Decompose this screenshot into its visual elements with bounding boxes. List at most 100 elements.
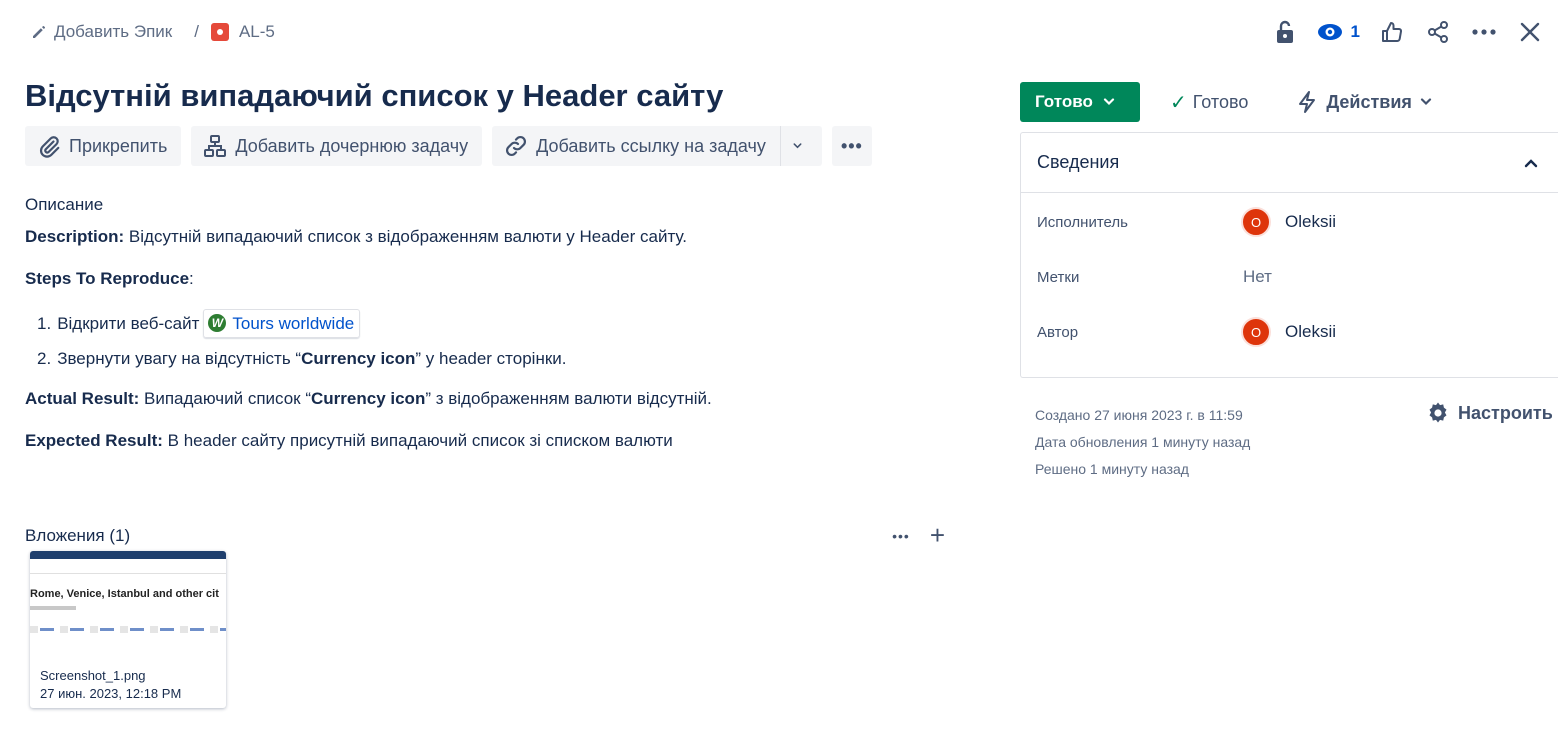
attachments-title: Вложения (1)	[25, 525, 131, 545]
expected-result: Expected Result: В header сайту присутні…	[25, 428, 965, 454]
resolution-label: Готово	[1192, 91, 1249, 112]
link-issue-group: Добавить ссылку на задачу	[492, 126, 822, 166]
attachment-card[interactable]: Rome, Venice, Istanbul and other cit Scr…	[30, 551, 226, 708]
updated-date: Дата обновления 1 минуту назад	[1035, 434, 1251, 450]
lock-icon[interactable]	[1271, 18, 1299, 46]
list-item: 2. Звернути увагу на відсутність “Curren…	[37, 346, 965, 372]
link-issue-label: Добавить ссылку на задачу	[536, 135, 766, 156]
reporter-value[interactable]: O Oleksii	[1241, 317, 1336, 347]
bug-icon	[210, 23, 229, 41]
labels-row: Метки Нет	[1037, 267, 1272, 287]
description-paragraph: Description: Відсутній випадаючий список…	[25, 224, 965, 250]
paperclip-icon	[40, 136, 60, 158]
configure-button[interactable]: Настроить	[1426, 401, 1553, 425]
add-child-issue-button[interactable]: Добавить дочернюю задачу	[191, 126, 483, 166]
list-item: 1. Відкрити веб-сайт W Tours worldwide	[37, 308, 965, 338]
attachments-more-button[interactable]: •••	[892, 528, 910, 544]
issue-toolbar: 1	[1253, 18, 1544, 46]
link-icon	[506, 135, 527, 157]
assignee-value[interactable]: O Oleksii	[1241, 207, 1336, 237]
thumb-text: Rome, Venice, Istanbul and other cit	[30, 588, 219, 600]
expected-text: В header сайту присутній випадаючий спис…	[162, 431, 673, 450]
link-issue-button[interactable]: Добавить ссылку на задачу	[492, 126, 780, 166]
site-favicon-icon: W	[208, 314, 227, 333]
chevron-down-icon	[1420, 98, 1432, 106]
steps-list: 1. Відкрити веб-сайт W Tours worldwide 2…	[37, 308, 965, 372]
watch-button[interactable]: 1	[1317, 22, 1360, 42]
step-number: 1.	[37, 313, 52, 333]
steps-colon: :	[189, 269, 194, 288]
reporter-name: Oleksii	[1285, 322, 1337, 341]
actions-menu-label: Действия	[1326, 91, 1412, 112]
created-date: Создано 27 июня 2023 г. в 11:59	[1035, 407, 1243, 423]
resolved-date: Решено 1 минуту назад	[1035, 461, 1189, 477]
check-icon: ✓	[1170, 91, 1187, 114]
breadcrumb-separator: /	[194, 22, 199, 41]
issue-title[interactable]: Відсутній випадаючий список у Header сай…	[25, 78, 723, 114]
thumb-chips	[30, 626, 226, 633]
step-number: 2.	[37, 349, 52, 368]
details-header[interactable]: Сведения	[1021, 133, 1558, 193]
attach-label: Прикрепить	[69, 135, 168, 156]
hierarchy-icon	[204, 135, 227, 157]
steps-heading: Steps To Reproduce:	[25, 266, 965, 292]
configure-label: Настроить	[1458, 402, 1553, 423]
attachments-tools: ••• +	[872, 520, 945, 551]
dates-block: Создано 27 июня 2023 г. в 11:59 Дата обн…	[1035, 402, 1250, 483]
actual-text-post: ” з відображенням валюти відсутній.	[425, 388, 712, 408]
actions-menu-button[interactable]: Действия	[1296, 90, 1440, 114]
status-button[interactable]: Готово	[1020, 82, 1140, 122]
eye-icon	[1317, 24, 1342, 40]
actual-result: Actual Result: Випадаючий список “Curren…	[25, 386, 965, 412]
avatar: O	[1241, 207, 1271, 237]
description-heading: Описание	[25, 195, 104, 214]
share-icon[interactable]	[1424, 18, 1452, 46]
chevron-up-icon[interactable]	[1524, 158, 1538, 168]
thumbs-up-icon[interactable]	[1378, 18, 1406, 46]
step-text-pre: Звернути увагу на відсутність “	[57, 349, 302, 368]
reporter-label: Автор	[1037, 323, 1079, 341]
close-icon[interactable]	[1516, 18, 1544, 46]
description-label: Description:	[25, 226, 125, 246]
thumb-divider	[30, 573, 226, 574]
avatar: O	[1241, 317, 1271, 347]
issue-key-link[interactable]: AL-5	[239, 22, 275, 42]
actual-label: Actual Result:	[25, 388, 140, 408]
chevron-down-icon	[793, 143, 802, 149]
labels-label: Метки	[1037, 268, 1080, 286]
assignee-label: Исполнитель	[1037, 213, 1128, 231]
step-text-bold: Currency icon	[301, 349, 416, 368]
assignee-row: Исполнитель O Oleksii	[1037, 207, 1336, 237]
attachments-header: Вложения (1) ••• +	[25, 520, 945, 551]
watch-count: 1	[1350, 22, 1360, 41]
attachment-date: 27 июн. 2023, 12:18 PM	[40, 685, 182, 701]
more-icon[interactable]	[1470, 18, 1498, 46]
chevron-down-icon	[1103, 98, 1114, 106]
description-section[interactable]: Описание Description: Відсутній випадаюч…	[25, 192, 965, 471]
tours-worldwide-link[interactable]: W Tours worldwide	[203, 308, 361, 338]
step-text: Звернути увагу на відсутність “Currency …	[57, 346, 566, 372]
attach-button[interactable]: Прикрепить	[25, 126, 182, 166]
description-text: Відсутній випадаючий список з відображен…	[124, 226, 687, 246]
actual-text-pre: Випадаючий список “	[139, 388, 312, 408]
reporter-row: Автор O Oleksii	[1037, 317, 1336, 347]
actual-text-bold: Currency icon	[311, 388, 426, 408]
breadcrumb: Добавить Эпик / AL-5	[30, 22, 275, 42]
status-label: Готово	[1035, 92, 1093, 111]
add-child-label: Добавить дочернюю задачу	[235, 135, 469, 156]
resolution: ✓ Готово	[1170, 90, 1248, 115]
assignee-name: Oleksii	[1285, 212, 1337, 231]
link-issue-dropdown[interactable]	[779, 126, 822, 166]
attachment-meta: Screenshot_1.png 27 июн. 2023, 12:18 PM	[30, 656, 226, 702]
labels-value[interactable]: Нет	[1243, 267, 1272, 287]
link-title: Tours worldwide	[232, 313, 355, 333]
attachment-thumbnail: Rome, Venice, Istanbul and other cit	[30, 551, 226, 656]
add-epic-link[interactable]: Добавить Эпик	[54, 22, 172, 42]
attachment-filename: Screenshot_1.png	[40, 668, 146, 683]
status-row: Готово ✓ Готово Действия	[1020, 82, 1440, 122]
gear-icon	[1429, 402, 1447, 423]
add-attachment-button[interactable]: +	[930, 520, 945, 551]
steps-label: Steps To Reproduce	[25, 269, 190, 288]
more-actions-button[interactable]: •••	[831, 126, 872, 166]
thumb-subtext	[30, 606, 76, 610]
